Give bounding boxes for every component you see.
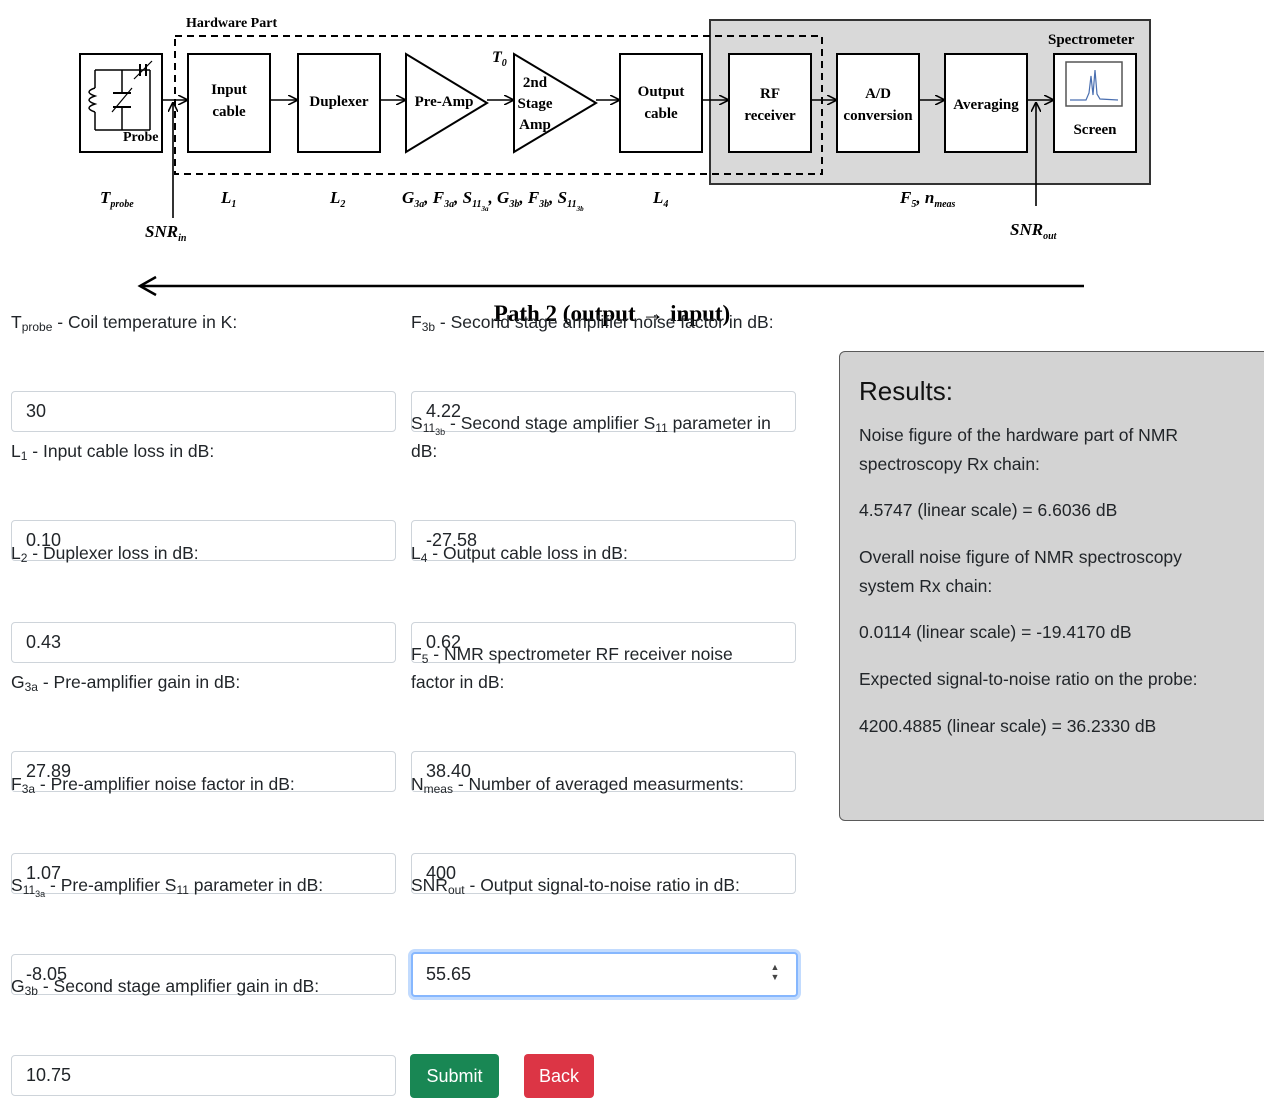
- spinner-down-icon[interactable]: ▼: [768, 972, 782, 982]
- ad-conversion-label-1: A/D: [865, 86, 891, 102]
- rf-receiver-block: [728, 53, 812, 153]
- l1-label-text: L1 - Input cable loss in dB:: [11, 441, 215, 463]
- l4-label: L4: [652, 188, 668, 210]
- rf-receiver-label-2: receiver: [744, 108, 796, 124]
- snr-out-value: 55.65: [426, 964, 472, 984]
- l2-label: L2: [329, 188, 345, 210]
- nf-overall-label: Overall noise figure of NMR spectroscopy…: [859, 547, 1182, 596]
- averaging-label: Averaging: [953, 97, 1019, 113]
- rx-chain-diagram: Spectrometer Hardware Part Probe Input c…: [79, 16, 1151, 326]
- probe-block: Probe: [79, 53, 163, 153]
- tprobe-input[interactable]: 30: [11, 391, 396, 432]
- ad-conversion-label-2: conversion: [843, 108, 913, 124]
- second-stage-label-3: Amp: [519, 117, 551, 133]
- probe-label: Probe: [123, 130, 159, 145]
- number-spinner[interactable]: ▲ ▼: [768, 962, 782, 982]
- duplexer-label: Duplexer: [309, 94, 369, 110]
- ad-conversion-block: [836, 53, 920, 153]
- f5-label-text: F5 - NMR spectrometer RF receiver noise …: [411, 644, 733, 692]
- second-stage-label-1: 2nd: [523, 75, 548, 91]
- input-cable-label-1: Input: [211, 82, 247, 98]
- snr-probe-label: Expected signal-to-noise ratio on the pr…: [859, 669, 1198, 689]
- output-cable-label-2: cable: [644, 106, 678, 122]
- g3b-input[interactable]: 10.75: [11, 1055, 396, 1096]
- snr-out-label-text: SNRout - Output signal-to-noise ratio in…: [411, 875, 740, 897]
- screen-label: Screen: [1073, 122, 1117, 138]
- spinner-up-icon[interactable]: ▲: [768, 962, 782, 972]
- snr-out-input[interactable]: 55.65 ▲ ▼: [411, 952, 798, 997]
- results-title: Results:: [859, 376, 953, 406]
- tprobe-label: Tprobe: [100, 188, 134, 210]
- rf-receiver-label-1: RF: [760, 86, 780, 102]
- tprobe-label-text: Tprobe - Coil temperature in K:: [11, 312, 238, 334]
- back-button[interactable]: Back: [524, 1054, 594, 1098]
- g3a-label-text: G3a - Pre-amplifier gain in dB:: [11, 672, 241, 694]
- t0-label: T0: [492, 49, 507, 69]
- input-cable-label-2: cable: [212, 104, 246, 120]
- input-cable-block: [187, 53, 271, 153]
- second-stage-label-2: Stage: [518, 96, 553, 112]
- l2-label-text: L2 - Duplexer loss in dB:: [11, 543, 199, 565]
- s11-3b-label-text: S113b - Second stage amplifier S11 param…: [411, 413, 771, 461]
- amp-params-label: G3a, F3a, S113a, G3b, F3b, S113b: [402, 188, 584, 213]
- l1-label: L1: [220, 188, 236, 210]
- hardware-part-label: Hardware Part: [186, 16, 277, 31]
- l2-input[interactable]: 0.43: [11, 622, 396, 663]
- g3b-label-text: G3b - Second stage amplifier gain in dB:: [11, 976, 320, 998]
- f5-nmeas-label: F5, nmeas: [899, 188, 956, 210]
- snr-in-label: SNRin: [145, 222, 187, 244]
- output-cable-label-1: Output: [638, 84, 685, 100]
- pre-amp-label: Pre-Amp: [415, 94, 474, 110]
- snr-probe-value: 4200.4885 (linear scale) = 36.2330 dB: [859, 716, 1157, 736]
- spectrometer-label: Spectrometer: [1048, 32, 1135, 48]
- submit-button[interactable]: Submit: [410, 1054, 499, 1098]
- s11-3a-label-text: S113a - Pre-amplifier S11 parameter in d…: [11, 875, 324, 899]
- f3a-label-text: F3a - Pre-amplifier noise factor in dB:: [11, 774, 295, 796]
- results-panel: Results: Noise figure of the hardware pa…: [839, 351, 1264, 821]
- f3b-label-text: F3b - Second stage amplifier noise facto…: [411, 312, 774, 334]
- nf-hardware-value: 4.5747 (linear scale) = 6.6036 dB: [859, 500, 1118, 520]
- nmeas-label-text: Nmeas - Number of averaged measurments:: [411, 774, 744, 796]
- nf-hardware-label: Noise figure of the hardware part of NMR…: [859, 425, 1179, 474]
- output-cable-block: [619, 53, 703, 153]
- nf-overall-value: 0.0114 (linear scale) = -19.4170 dB: [859, 622, 1132, 642]
- snr-out-label: SNRout: [1010, 220, 1058, 242]
- l4-label-text: L4 - Output cable loss in dB:: [411, 543, 628, 565]
